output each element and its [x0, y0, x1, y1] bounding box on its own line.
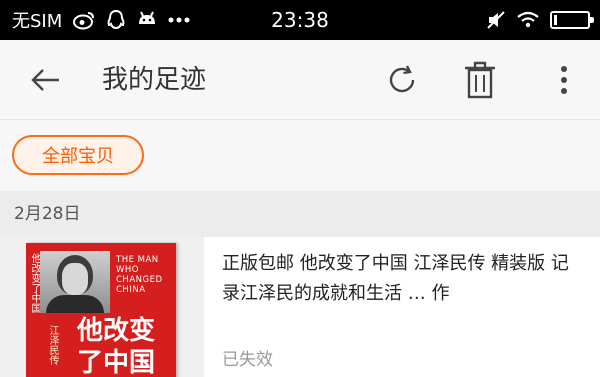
status-right	[486, 0, 594, 40]
history-list-item[interactable]: 他改变了中国 THE MAN WHO CHANGED CHINA 江泽民传 他改…	[0, 237, 600, 377]
book-spine-text: 他改变了中国	[29, 253, 40, 313]
cover-title-cn: 他改变了中国	[76, 316, 155, 377]
product-status: 已失效	[222, 350, 273, 370]
cover-subtitle: 江泽民传	[47, 325, 58, 365]
cover-portrait	[40, 251, 110, 313]
more-vertical-icon[interactable]	[548, 60, 580, 100]
wifi-icon	[516, 11, 540, 29]
all-items-filter-chip[interactable]: 全部宝贝	[12, 135, 144, 175]
mute-icon	[486, 10, 506, 30]
status-bar: 无SIM 23:38	[0, 0, 600, 40]
battery-icon	[550, 11, 594, 29]
filter-bar: 全部宝贝	[0, 121, 600, 191]
refresh-icon[interactable]	[380, 60, 424, 100]
trash-icon[interactable]	[458, 58, 502, 102]
back-arrow-icon[interactable]	[24, 60, 68, 100]
product-title[interactable]: 正版包邮 他改变了中国 江泽民传 精装版 记录江泽民的成就和生活 … 作	[222, 249, 582, 309]
product-thumbnail[interactable]: 他改变了中国 THE MAN WHO CHANGED CHINA 江泽民传 他改…	[0, 237, 204, 377]
cover-title-en: THE MAN WHO CHANGED CHINA	[116, 255, 163, 295]
page-title: 我的足迹	[102, 65, 207, 95]
battery-level	[554, 15, 557, 25]
toolbar: 我的足迹	[0, 40, 600, 120]
date-label: 2月28日	[14, 204, 81, 224]
book-cover: 他改变了中国 THE MAN WHO CHANGED CHINA 江泽民传 他改…	[26, 243, 176, 377]
date-group-header: 2月28日	[0, 191, 600, 237]
